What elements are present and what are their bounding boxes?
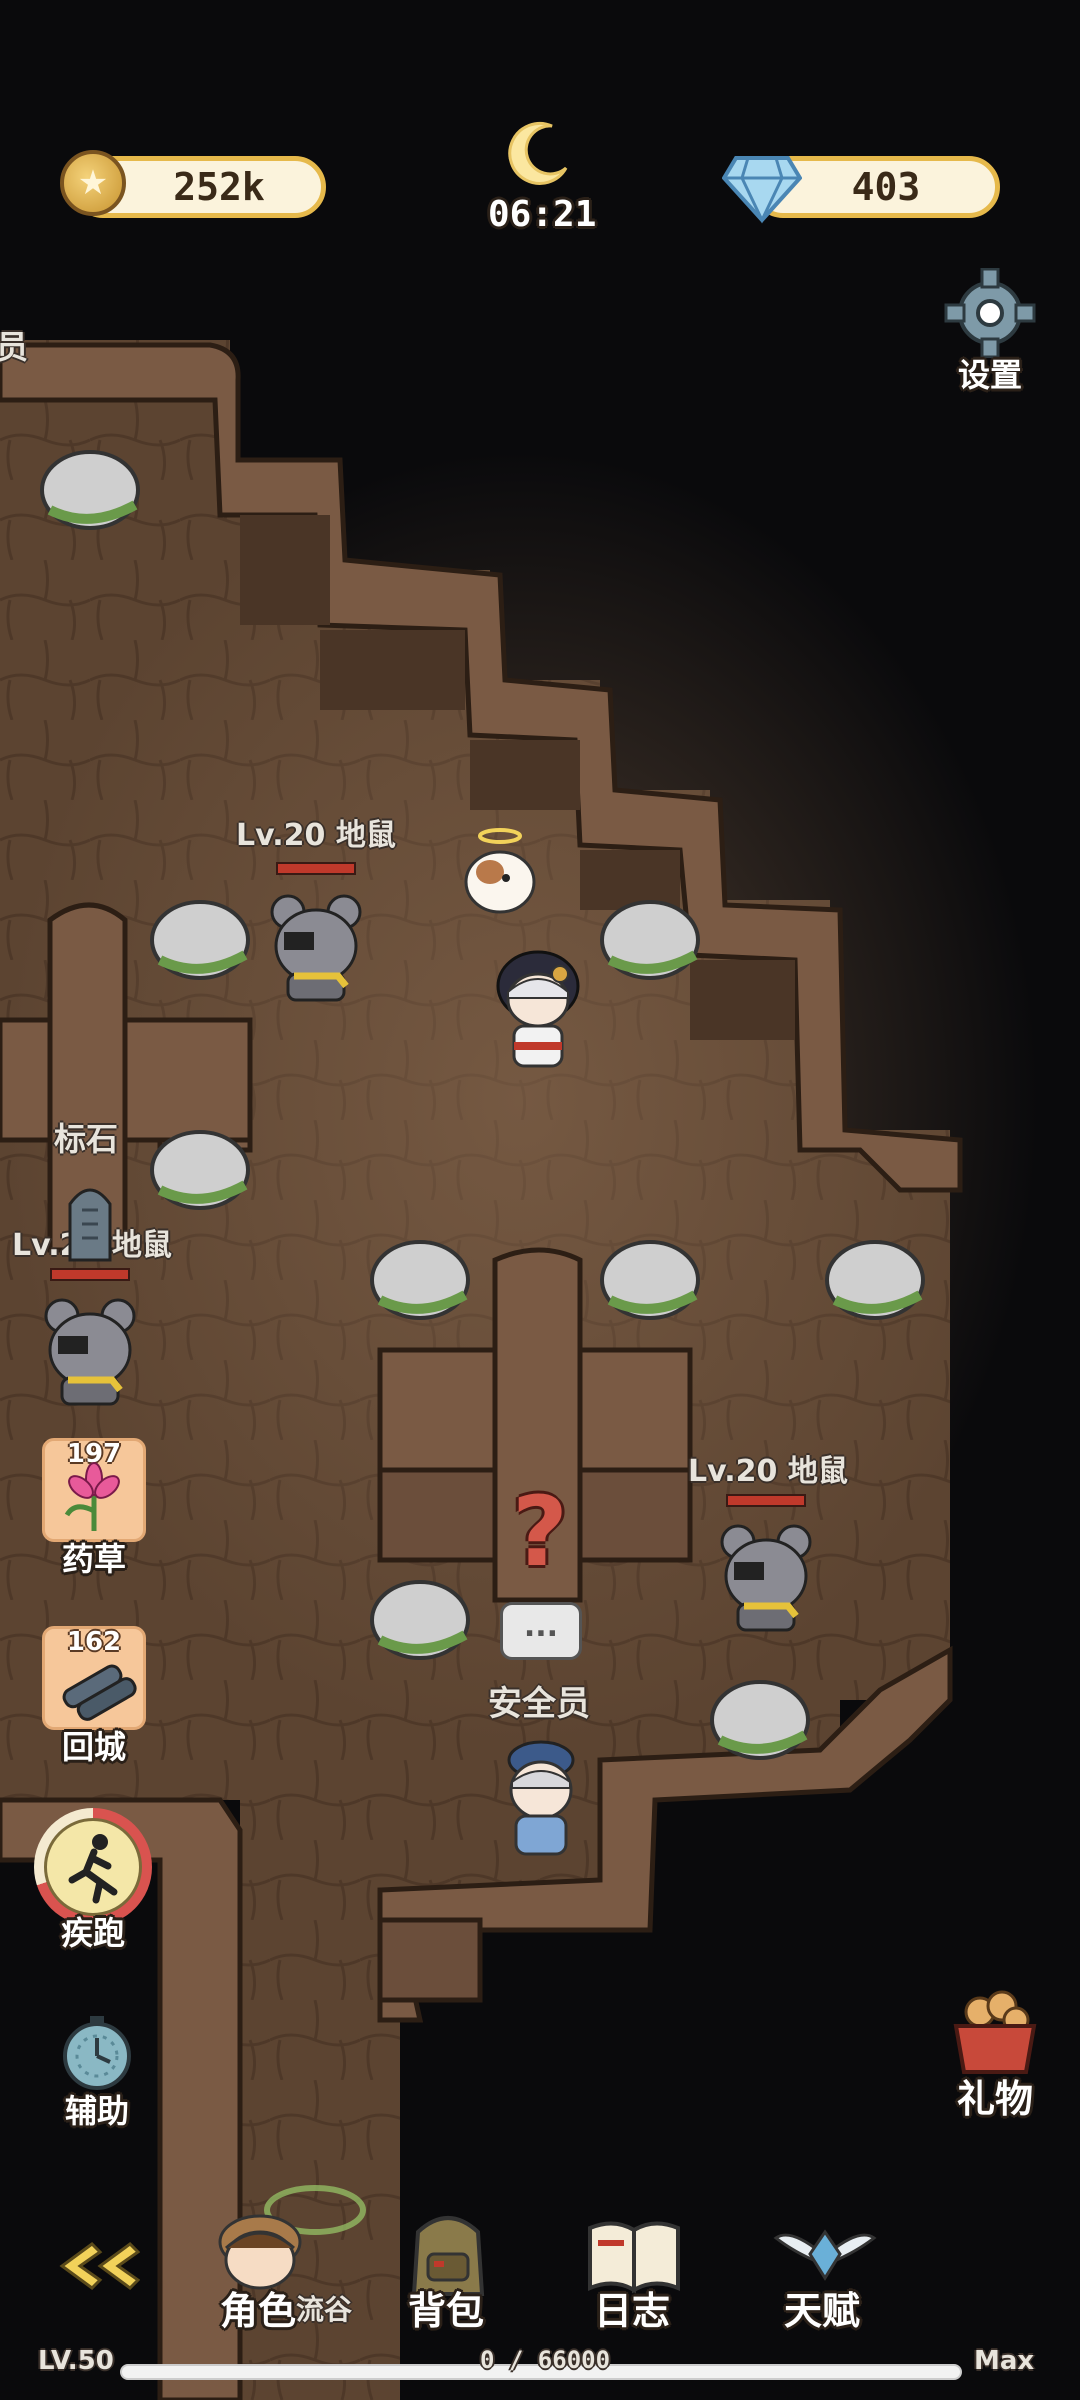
assist-label: 辅助: [64, 2092, 129, 2130]
stopwatch-icon: [63, 2016, 131, 2090]
gem-amount: 403: [851, 165, 921, 209]
player-level: LV.50: [38, 2346, 114, 2376]
double-chevron-left-icon: [59, 2242, 141, 2290]
nav-backpack[interactable]: 背包: [398, 2208, 498, 2333]
offscreen-npc-label: 员: [0, 328, 29, 366]
nav-backpack-label: 背包: [408, 2289, 485, 2333]
npc-speech-bubble[interactable]: ...: [500, 1602, 582, 1660]
return-town-label: 回城: [61, 1728, 126, 1766]
mole-enemy[interactable]: [266, 886, 366, 1006]
enemy-hp-bar: [726, 1494, 806, 1507]
flower-icon: [64, 1462, 120, 1531]
sprint-button[interactable]: 疾跑: [34, 1808, 154, 1958]
game-clock: 06:21: [488, 194, 597, 235]
moon-icon: [504, 118, 574, 188]
gift-basket-icon: [953, 1990, 1037, 2074]
star-coin-icon: ★: [60, 150, 126, 216]
nav-journal-label: 日志: [594, 2289, 671, 2333]
mole-enemy[interactable]: [716, 1516, 816, 1636]
safety-officer-npc[interactable]: [496, 1730, 586, 1860]
enemy-hp-bar: [276, 862, 356, 875]
assist-button[interactable]: 辅助: [44, 2010, 150, 2130]
enemy-hp-bar: [50, 1268, 130, 1281]
player-character: [490, 946, 586, 1076]
herb-item[interactable]: 197: [42, 1438, 146, 1542]
level-max-label: Max: [974, 2346, 1035, 2376]
nav-character-sublabel: 流谷: [296, 2293, 353, 2326]
mole-enemy[interactable]: [40, 1290, 140, 1410]
cave-map: [0, 340, 1040, 2400]
nav-talent[interactable]: 天赋: [770, 2208, 880, 2333]
pet-companion: [460, 826, 540, 916]
landmark-label: 标石: [54, 1120, 119, 1158]
collapse-nav-button[interactable]: [48, 2238, 141, 2294]
settings-label: 设置: [957, 356, 1022, 394]
gear-icon: [944, 267, 1036, 359]
nav-journal[interactable]: 日志: [584, 2208, 684, 2333]
landmark-stone[interactable]: [62, 1180, 118, 1264]
bubble-text: ...: [523, 1609, 559, 1644]
herb-label: 药草: [61, 1540, 126, 1578]
nav-talent-label: 天赋: [784, 2289, 861, 2333]
enemy-label: Lv.20 地鼠: [688, 1454, 848, 1489]
nav-character[interactable]: 角色 流谷: [200, 2208, 380, 2333]
sprint-label: 疾跑: [60, 1914, 125, 1952]
xp-text: 0 / 66000: [480, 2346, 611, 2374]
enemy-label: Lv.20 地鼠: [236, 818, 396, 853]
npc-label: 安全员: [488, 1684, 590, 1724]
return-town-item[interactable]: 162: [42, 1626, 146, 1730]
gift-button[interactable]: 礼物: [940, 1986, 1050, 2121]
gift-label: 礼物: [956, 2077, 1033, 2121]
nav-character-label: 角色: [220, 2289, 297, 2333]
quest-marker[interactable]: ?: [500, 1484, 580, 1580]
diamond-icon: [721, 148, 803, 224]
wood-logs-icon: [62, 1664, 137, 1721]
settings-button[interactable]: 设置: [940, 267, 1040, 394]
game-screen: { "hud": { "coins": "252k", "gems": "403…: [0, 0, 1080, 2400]
coin-amount: 252k: [173, 165, 265, 209]
